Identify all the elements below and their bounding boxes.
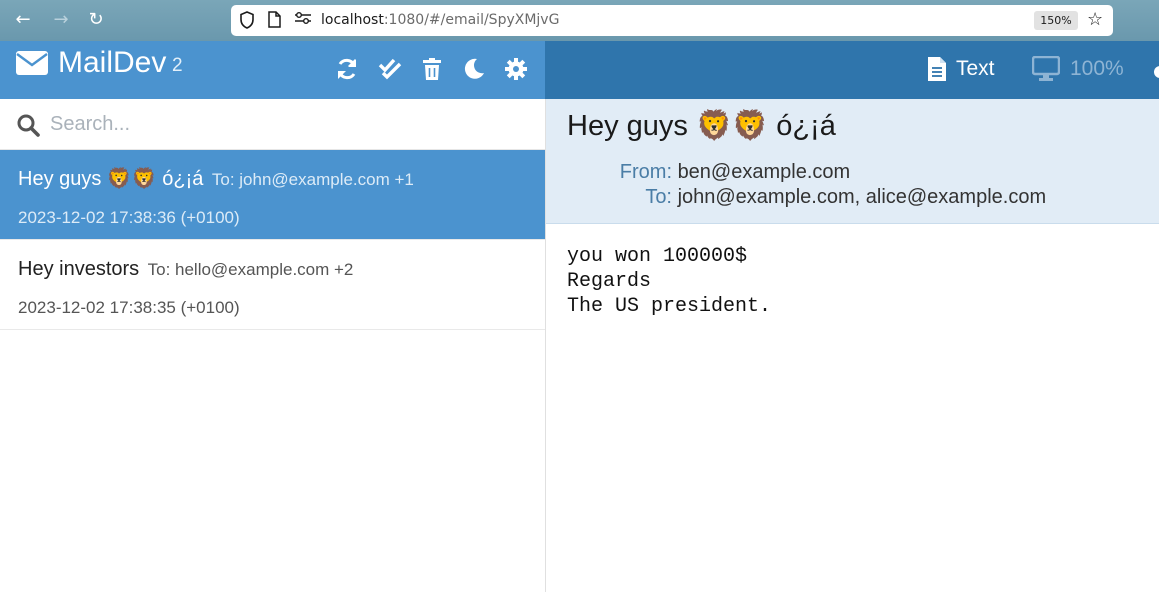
url-path: :1080/#/email/SpyXMjvG bbox=[383, 12, 560, 28]
email-item-date: 2023-12-02 17:38:35 (+0100) bbox=[18, 298, 240, 317]
shield-icon[interactable] bbox=[239, 11, 255, 34]
trash-icon[interactable] bbox=[420, 57, 444, 81]
email-count: 2 bbox=[172, 55, 183, 76]
to-address: alice@example.com bbox=[865, 186, 1047, 208]
email-item-subject: Hey investors bbox=[18, 258, 140, 280]
email-item-subject: Hey guys 🦁🦁 ó¿¡á bbox=[18, 168, 204, 190]
email-item-date: 2023-12-02 17:38:36 (+0100) bbox=[18, 208, 240, 227]
forward-icon[interactable]: → bbox=[50, 9, 72, 31]
email-item-header: Hey guys 🦁🦁 ó¿¡á To: john@example.com +1 bbox=[18, 165, 414, 195]
envelope-icon bbox=[16, 51, 48, 75]
email-item-recipients: To: john@example.com +1 bbox=[211, 170, 414, 189]
email-item-header: Hey investors To: hello@example.com +2 bbox=[18, 255, 353, 285]
dark-mode-moon-icon[interactable] bbox=[462, 57, 486, 81]
back-icon[interactable]: ← bbox=[12, 9, 34, 31]
settings-gear-icon[interactable] bbox=[504, 57, 528, 81]
message-body: you won 100000$ Regards The US president… bbox=[567, 245, 772, 318]
refresh-icon[interactable] bbox=[335, 57, 359, 81]
document-icon bbox=[928, 57, 946, 82]
to-separator: , bbox=[854, 186, 861, 208]
browser-toolbar: ← → ↻ localhost:1080/#/email/SpyXMjvG 15… bbox=[0, 0, 1159, 41]
monitor-icon bbox=[1031, 56, 1061, 82]
search-input[interactable] bbox=[50, 108, 530, 140]
address-bar[interactable]: localhost:1080/#/email/SpyXMjvG 150% ☆ bbox=[231, 5, 1113, 36]
zoom-view-button[interactable]: 100% bbox=[1031, 53, 1124, 85]
email-list-item[interactable]: Hey investors To: hello@example.com +2 2… bbox=[0, 240, 545, 330]
to-label: To: bbox=[645, 186, 672, 208]
viewer-toolbar: Text 100% bbox=[545, 41, 1159, 99]
zoom-badge[interactable]: 150% bbox=[1034, 11, 1078, 30]
mark-all-read-icon[interactable] bbox=[378, 57, 402, 81]
url-host: localhost bbox=[321, 12, 384, 28]
to-address: john@example.com bbox=[677, 186, 855, 208]
to-row: To: john@example.com, alice@example.com bbox=[618, 185, 1046, 210]
mailbox-header: MailDev 2 bbox=[0, 41, 545, 99]
email-item-recipients: To: hello@example.com +2 bbox=[147, 260, 354, 279]
search-icon bbox=[17, 114, 40, 137]
reload-icon[interactable]: ↻ bbox=[85, 9, 107, 31]
email-list-item[interactable]: Hey guys 🦁🦁 ó¿¡á To: john@example.com +1… bbox=[0, 150, 545, 240]
page-icon bbox=[268, 11, 281, 33]
permissions-icon[interactable] bbox=[294, 11, 312, 30]
toolbar-overflow-indicator[interactable] bbox=[1154, 66, 1159, 78]
text-view-button[interactable]: Text bbox=[928, 53, 995, 85]
app-title: MailDev bbox=[58, 46, 167, 79]
from-label: From: bbox=[619, 161, 672, 183]
bookmark-star-icon[interactable]: ☆ bbox=[1087, 9, 1103, 30]
message-header: Hey guys 🦁🦁 ó¿¡á From: ben@example.com T… bbox=[546, 99, 1159, 224]
text-view-label: Text bbox=[956, 57, 995, 80]
search-bar bbox=[0, 99, 545, 150]
url-text[interactable]: localhost:1080/#/email/SpyXMjvG bbox=[321, 12, 559, 29]
from-address: ben@example.com bbox=[677, 161, 851, 183]
from-row: From: ben@example.com bbox=[618, 160, 850, 185]
message-subject: Hey guys 🦁🦁 ó¿¡á bbox=[567, 110, 836, 142]
zoom-view-label: 100% bbox=[1070, 57, 1124, 80]
